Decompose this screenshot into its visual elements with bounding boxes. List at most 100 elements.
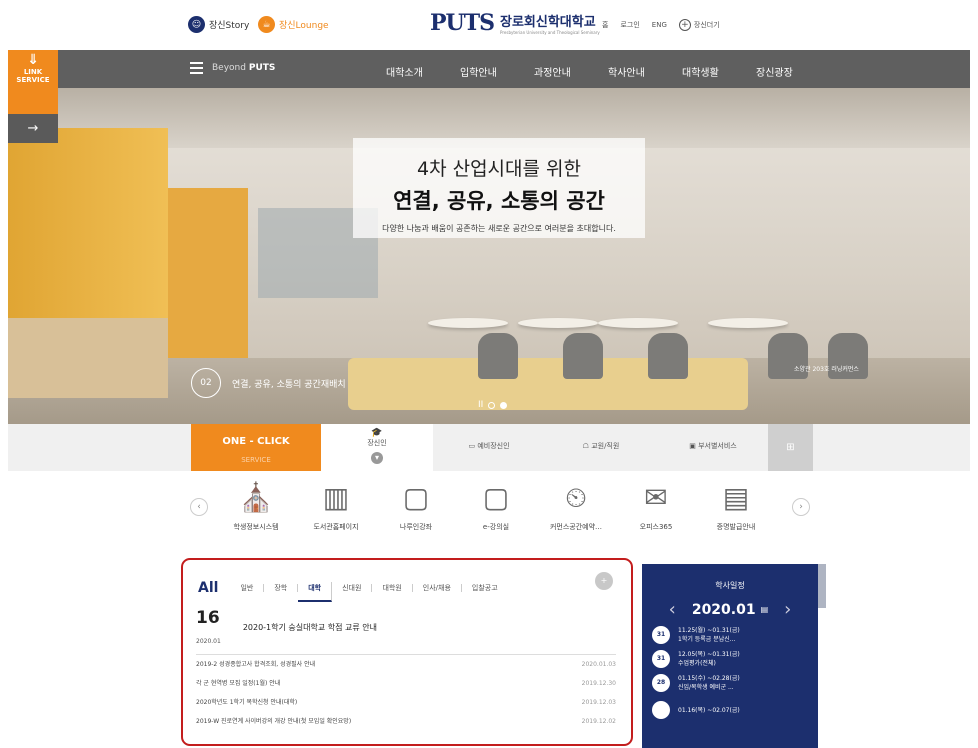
tab-divinity[interactable]: 신대원 (332, 584, 373, 592)
top-bar: ☺ 장신Story ☕ 장신Lounge PUTS 장로회신학대학교 Presb… (8, 0, 970, 50)
tab-bid[interactable]: 입찰공고 (462, 584, 508, 592)
one-click-service[interactable]: ONE - CLICK SERVICE (191, 424, 321, 471)
nav-item-admission[interactable]: 입학안내 (460, 64, 534, 79)
logo-mark: PUTS (430, 10, 495, 36)
down-arrow-icon: ⇓ (27, 52, 39, 68)
lounge-label: 장신Lounge (279, 21, 329, 31)
story-link[interactable]: ☺ 장신Story (188, 16, 249, 33)
nav-item-academic[interactable]: 학사안내 (608, 64, 682, 79)
service-student-info[interactable]: ⛪ 학생정보시스템 (216, 478, 296, 532)
utility-links: 홈 로그인 ENG + 장신더기 (602, 19, 720, 31)
academic-calendar: 학사일정 ‹ 2020.01 ▤ › 31 11.25(월) ~01.31(금)… (642, 564, 818, 748)
prev-month-icon[interactable]: ‹ (669, 599, 676, 620)
service-commons[interactable]: ⏲ 커먼스공간예약… (536, 478, 616, 532)
service-label: 증명발급안내 (716, 523, 756, 531)
service-naru[interactable]: ▢ 나루인강좌 (376, 478, 456, 532)
one-click-bar: ONE - CLICK SERVICE 🎓 장신인 ▾ ▭ 예비장신인 ☖ 교원… (8, 424, 970, 471)
tab-department[interactable]: ▣ 부서별서비스 (657, 424, 769, 471)
calendar-event[interactable]: 31 11.25(월) ~01.31(금) 1학기 등록금 분납신... (652, 626, 818, 644)
service-label: 커먼스공간예약… (549, 523, 603, 531)
link-service[interactable]: ⇓ LINK SERVICE → (8, 50, 58, 143)
next-month-icon[interactable]: › (784, 599, 791, 620)
service-label: 오피스365 (639, 523, 673, 531)
nav-menu: 대학소개 입학안내 과정안내 학사안내 대학생활 장신광장 (386, 64, 830, 79)
service-library[interactable]: ▥ 도서관홈페이지 (296, 478, 376, 532)
grid-icon[interactable]: ⊞ (768, 424, 813, 471)
calendar-event[interactable]: 31 12.05(목) ~01.31(금) 수업평가(전체) (652, 650, 818, 668)
service-office365[interactable]: ✉ 오피스365 (616, 478, 696, 532)
calendar-event[interactable]: 28 01.15(수) ~02.28(금) 신입/복학생 예비군 ... (652, 674, 818, 692)
briefcase-icon: ▣ (689, 442, 699, 450)
scrollbar[interactable] (818, 564, 826, 608)
slide-dot-1[interactable] (488, 401, 496, 409)
featured-notice[interactable]: 16 2020.01 2020-1학기 숭실대학교 학점 교류 안내 (196, 608, 377, 647)
tab-scholarship[interactable]: 장학 (264, 584, 299, 592)
lounge-link[interactable]: ☕ 장신Lounge (258, 16, 329, 33)
arrow-right-icon[interactable]: → (8, 114, 58, 143)
graduation-cap-icon: 🎓 (371, 428, 383, 438)
staff-icon: ☖ (582, 442, 592, 450)
add-link[interactable]: + 장신더기 (678, 19, 720, 31)
featured-month: 2020.01 (196, 638, 221, 645)
hero-line2: 연결, 공유, 소통의 공간 (393, 189, 605, 213)
service-label: e-강의실 (482, 523, 510, 531)
calendar-title: 학사일정 (715, 581, 745, 590)
login-link[interactable]: 로그인 (620, 20, 639, 30)
nav-item-plaza[interactable]: 장신광장 (756, 64, 830, 79)
hero-caption: 4차 산업시대를 위한 연결, 공유, 소통의 공간 다양한 나눔과 배움이 공… (353, 138, 645, 238)
next-arrow-icon[interactable]: › (792, 498, 810, 516)
tab-hr[interactable]: 인사/채용 (413, 584, 462, 592)
nav-item-courses[interactable]: 과정안내 (534, 64, 608, 79)
board-icon: ▢ (402, 481, 430, 514)
tab-college[interactable]: 대학 (298, 582, 333, 602)
tab-prospective-label: 예비장신인 (477, 442, 510, 450)
chevron-down-icon: ▾ (371, 452, 383, 464)
hero-line1: 4차 산업시대를 위한 (416, 158, 581, 180)
nav-item-about[interactable]: 대학소개 (386, 64, 460, 79)
link-label: LINK (23, 68, 43, 76)
photo-credit: 소양관 203호 러닝커먼스 (794, 366, 859, 373)
prev-arrow-icon[interactable]: ‹ (190, 498, 208, 516)
add-label: 장신더기 (693, 21, 720, 29)
list-item[interactable]: 2019-2 성경종합고사 합격조회, 성경필사 안내 2020.01.03 (196, 655, 616, 674)
school-logo[interactable]: PUTS 장로회신학대학교 Presbyterian University an… (430, 10, 600, 36)
calendar-icon[interactable]: ▤ (761, 605, 769, 614)
nav-item-campus-life[interactable]: 대학생활 (682, 64, 756, 79)
tab-department-label: 부서별서비스 (698, 442, 737, 450)
church-icon: ⛪ (238, 481, 274, 514)
notice-tabs: All 일반 장학 대학 신대원 대학원 인사/채용 입찰공고 (198, 574, 508, 602)
tab-staff[interactable]: ☖ 교원/직원 (545, 424, 657, 471)
slide-dot-2[interactable] (500, 401, 508, 409)
one-click-title: ONE - CLICK (222, 436, 290, 447)
tab-general[interactable]: 일반 (230, 584, 265, 592)
page: ☺ 장신Story ☕ 장신Lounge PUTS 장로회신학대학교 Presb… (8, 0, 970, 748)
notice-board: All 일반 장학 대학 신대원 대학원 인사/채용 입찰공고 + 16 202… (181, 558, 633, 746)
beyond-puts: Beyond PUTS (212, 63, 276, 73)
tab-member[interactable]: 🎓 장신인 ▾ (321, 424, 433, 471)
notice-list: 2019-2 성경종합고사 합격조회, 성경필사 안내 2020.01.03 각 … (196, 654, 616, 731)
list-item[interactable]: 2020학년도 1학기 복학신청 안내(대학) 2019.12.03 (196, 693, 616, 712)
more-icon[interactable]: + (595, 572, 613, 590)
slide-number: 02 (191, 368, 221, 398)
featured-day: 16 (196, 608, 220, 628)
clock-building-icon: ⏲ (565, 481, 587, 514)
tab-all[interactable]: All (198, 580, 218, 596)
list-item[interactable]: 각 군 현역병 모집 일정(1월) 안내 2019.12.30 (196, 674, 616, 693)
tab-staff-label: 교원/직원 (591, 442, 620, 450)
calendar-event[interactable]: 01.16(목) ~02.07(금) (652, 701, 818, 719)
cup-icon: ☕ (258, 16, 275, 33)
service-e-class[interactable]: ▢ e-강의실 (456, 478, 536, 532)
pause-icon[interactable]: II (478, 400, 483, 410)
event-day (652, 701, 670, 719)
list-item[interactable]: 2019-W 진로연계 사이버강의 개강 안내(첫 모임일 확인요망) 2019.… (196, 712, 616, 731)
tab-prospective[interactable]: ▭ 예비장신인 (433, 424, 545, 471)
tab-graduate[interactable]: 대학원 (372, 584, 413, 592)
hamburger-icon[interactable] (190, 62, 203, 77)
eng-link[interactable]: ENG (652, 21, 667, 29)
main-nav: Beyond PUTS 대학소개 입학안내 과정안내 학사안내 대학생활 장신광… (8, 50, 970, 88)
slide-text: 연결, 공유, 소통의 공간재배치 (232, 380, 346, 390)
service-certificate[interactable]: ▤ 증명발급안내 (696, 478, 776, 532)
people-icon: ☺ (188, 16, 205, 33)
home-link[interactable]: 홈 (602, 20, 608, 30)
event-day: 31 (652, 626, 670, 644)
